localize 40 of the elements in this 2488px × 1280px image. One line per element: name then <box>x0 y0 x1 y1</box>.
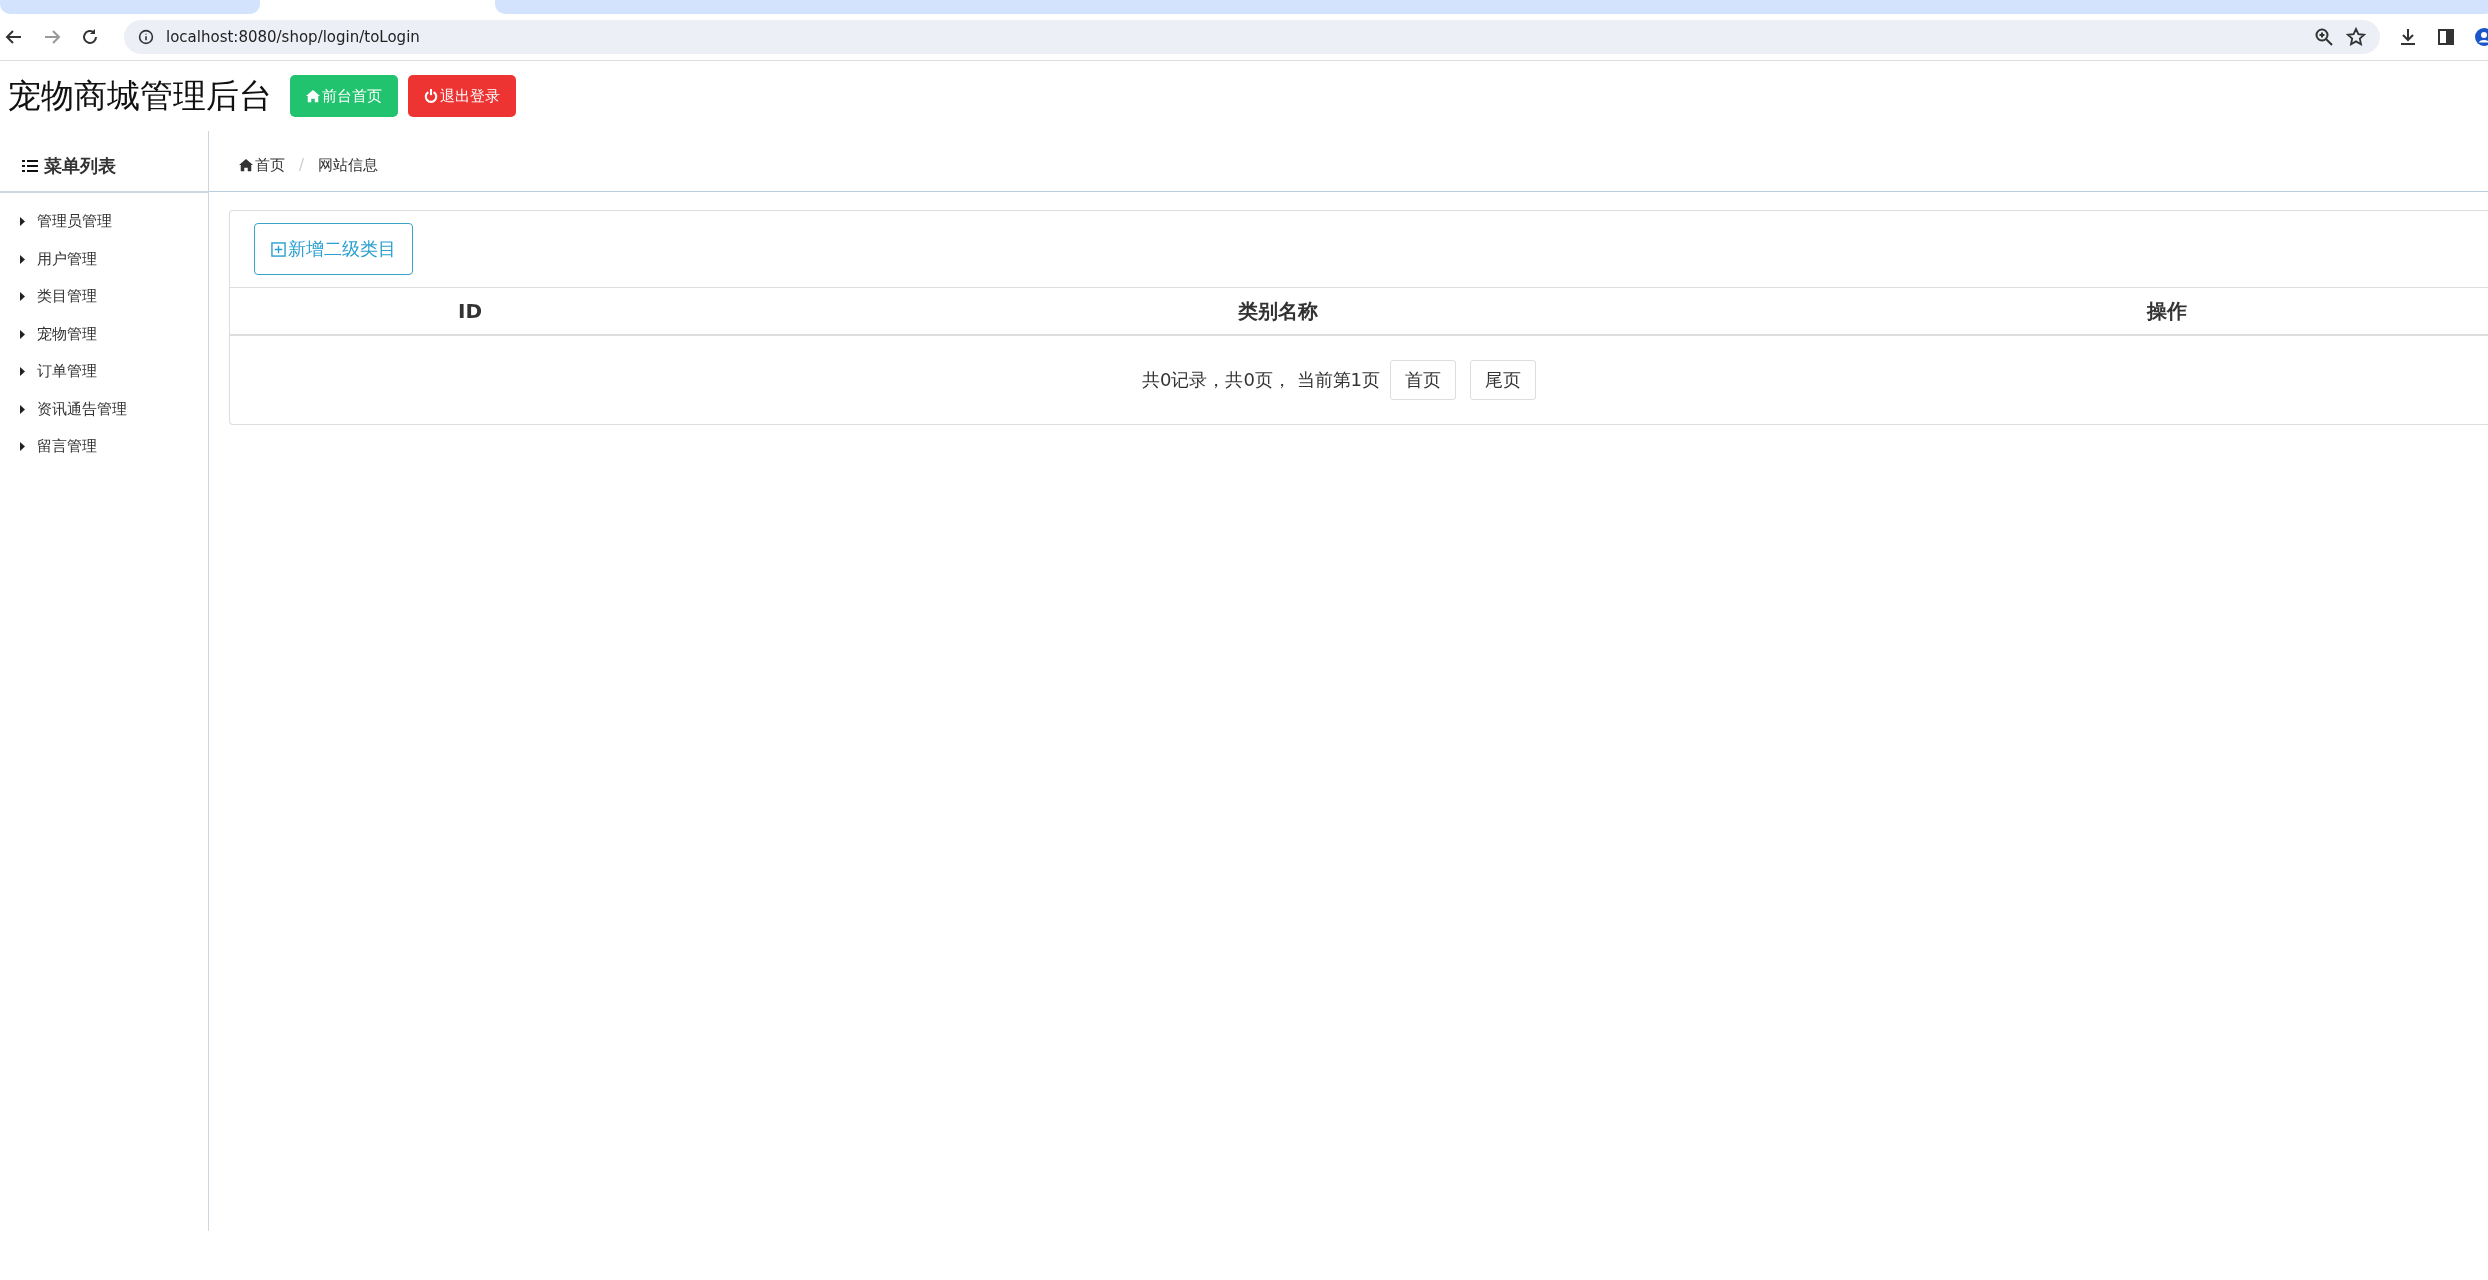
menu-item[interactable]: 管理员管理 <box>0 203 208 241</box>
plus-square-icon <box>271 241 286 257</box>
breadcrumb-link[interactable]: 网站信息 <box>318 155 379 175</box>
power-icon <box>424 89 438 103</box>
home-icon <box>239 158 253 172</box>
caret-icon <box>20 404 25 414</box>
column-header: 类别名称 <box>1237 297 1319 325</box>
site-title: 宠物商城管理后台 <box>8 74 272 117</box>
column-header: ID <box>456 299 483 323</box>
star-icon[interactable] <box>2346 27 2366 47</box>
menu-item[interactable]: 资讯通告管理 <box>0 390 208 428</box>
pagination-summary: 共0记录，共0页， 当前第1页 <box>1141 368 1381 392</box>
side-panel-icon[interactable] <box>2436 27 2456 47</box>
breadcrumb-link[interactable]: 首页 <box>239 155 285 175</box>
logout-button[interactable]: 退出登录 <box>408 75 516 117</box>
menu-item[interactable]: 订单管理 <box>0 353 208 391</box>
url-text: localhost:8080/shop/login/toLogin <box>166 28 421 46</box>
menu-item[interactable]: 宠物管理 <box>0 315 208 353</box>
menu-item[interactable]: 类目管理 <box>0 278 208 316</box>
menu-title: 菜单列表 <box>44 154 116 178</box>
download-icon[interactable] <box>2398 27 2418 47</box>
column-header: 操作 <box>2145 297 2188 325</box>
list-icon <box>22 159 38 173</box>
breadcrumb-separator: / <box>299 156 305 174</box>
info-icon <box>138 29 154 45</box>
caret-icon <box>20 367 25 377</box>
address-bar[interactable]: localhost:8080/shop/login/toLogin <box>124 20 2380 54</box>
menu-item[interactable]: 用户管理 <box>0 240 208 278</box>
caret-icon <box>20 292 25 302</box>
caret-icon <box>20 217 25 227</box>
caret-icon <box>20 254 25 264</box>
menu-item[interactable]: 留言管理 <box>0 428 208 466</box>
home-icon <box>306 89 320 103</box>
page-button[interactable]: 尾页 <box>1470 360 1537 400</box>
zoom-icon[interactable] <box>2314 27 2334 47</box>
caret-icon <box>20 442 25 452</box>
profile-icon[interactable] <box>2474 27 2488 47</box>
caret-icon <box>20 329 25 339</box>
page-button[interactable]: 首页 <box>1390 360 1457 400</box>
reload-icon[interactable] <box>80 27 100 47</box>
